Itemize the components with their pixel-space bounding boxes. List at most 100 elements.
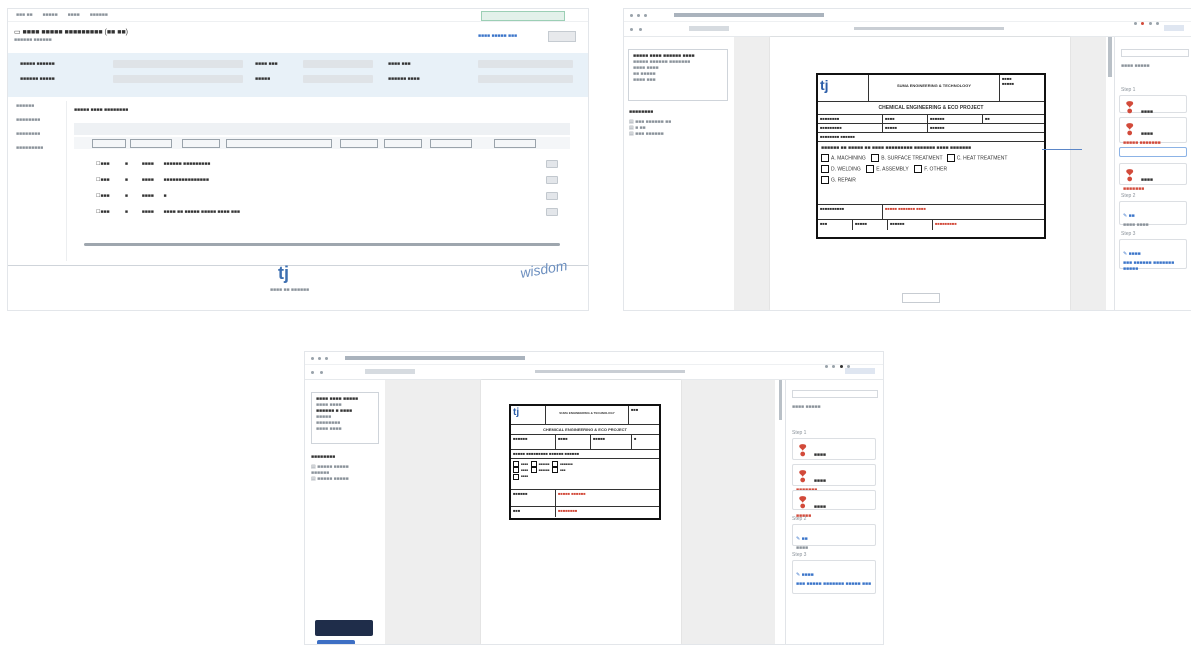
document-viewer-panel-second: ■■■■ ■■■■ ■■■■■ ■■■■ ■■■■ ■■■■■■ ■ ■■■■ … — [304, 351, 884, 645]
attachment-list[interactable]: ▤ ■■■ ■■■■■■ ■■ ▤ ■ ■■ ▤ ■■■ ■■■■■■ — [629, 119, 671, 137]
row-action-button[interactable] — [546, 176, 558, 184]
table-row[interactable]: ☐■■■ ■ ■■■■ ■■■■■■■■■■■■■■■ — [96, 177, 209, 183]
comment-search-input[interactable] — [1121, 49, 1189, 57]
row-action-button[interactable] — [546, 208, 558, 216]
reload-icon[interactable] — [325, 356, 328, 360]
menu-icon[interactable] — [311, 370, 314, 374]
header-link[interactable]: ■■■■ ■■■■■ ■■■ — [478, 33, 517, 39]
horizontal-scrollbar[interactable] — [84, 243, 560, 246]
table-row[interactable]: ☐■■■ ■ ■■■■ ■ — [96, 193, 167, 199]
menu-item[interactable]: ■■■■ — [68, 12, 80, 18]
erp-top-menu: ■■■ ■■ ■■■■■ ■■■■ ■■■■■■ — [8, 9, 588, 22]
comment-card[interactable]: ❢ ■■■■ — [792, 438, 876, 460]
delivery-field[interactable] — [478, 75, 573, 83]
checkbox-label[interactable]: F. OTHER — [924, 166, 947, 172]
back-icon[interactable] — [311, 356, 314, 360]
form-cell: ■■■■■■■■ — [818, 115, 883, 123]
left-nav-item[interactable]: ■■■■■■■■ — [16, 117, 43, 123]
comment-card[interactable]: ✎ ■■■■ ■■■ ■■■■■■ ■■■■■■■ ■■■■■ — [1119, 239, 1187, 272]
form-cell: ■■■■■■■■■ — [935, 221, 957, 226]
checkbox-label[interactable]: E. ASSEMBLY — [876, 166, 908, 172]
status-field[interactable] — [478, 60, 573, 68]
sidebar-toggle[interactable] — [1164, 25, 1184, 31]
thumbnail-icon[interactable] — [639, 27, 642, 31]
customer-field[interactable] — [113, 75, 243, 83]
form-doc-number: ■■■■ ■■■■■ — [1002, 76, 1015, 86]
filter-input[interactable] — [182, 139, 220, 148]
form-cell: ■■■ — [818, 220, 853, 230]
date-field[interactable] — [303, 60, 373, 68]
filter-input[interactable] — [384, 139, 422, 148]
annotation-tools[interactable] — [535, 370, 685, 373]
document-info-card: ■■■■■ ■■■■ ■■■■■■ ■■■■ ■■■■■ ■■■■■■ ■■■■… — [628, 49, 728, 101]
left-nav-item[interactable]: ■■■■■■ — [16, 103, 43, 109]
filter-input[interactable] — [430, 139, 472, 148]
form-cell: ■■■ — [511, 507, 556, 517]
vertical-scrollbar[interactable] — [779, 380, 782, 420]
comment-card[interactable]: ❢ ■■■■■■■■■■■ — [792, 464, 876, 493]
menu-icon[interactable] — [630, 27, 633, 31]
filter-input[interactable] — [340, 139, 378, 148]
checkbox-label[interactable]: C. HEAT TREATMENT — [957, 155, 1008, 161]
filter-input[interactable] — [130, 139, 172, 148]
type-field[interactable] — [303, 75, 373, 83]
table-row[interactable]: ☐■■■ ■ ■■■■ ■■■■■■ ■■■■■■■■■ — [96, 161, 210, 167]
notification-banner[interactable] — [481, 11, 565, 21]
filter-input[interactable] — [92, 139, 126, 148]
forward-icon[interactable] — [318, 356, 321, 360]
section-heading: ■■■■■ ■■■■ ■■■■■■■■ — [74, 107, 129, 113]
menu-item[interactable]: ■■■■■ — [43, 12, 58, 18]
browser-extension-icons[interactable] — [825, 355, 875, 368]
table-row[interactable]: ☐■■■ ■ ■■■■ ■■■■ ■■ ■■■■■ ■■■■■ ■■■■ ■■■ — [96, 209, 240, 215]
comment-card[interactable]: ❢ ■■■■■■■■■■■ — [1119, 163, 1187, 192]
comment-card[interactable]: ❢ ■■■■ ■■■■■ — [792, 490, 876, 519]
comment-search-input[interactable] — [792, 390, 878, 398]
page-navigator[interactable] — [902, 293, 940, 303]
filter-input[interactable] — [226, 139, 332, 148]
attachments-heading: ■■■■■■■■ — [629, 109, 654, 115]
back-icon[interactable] — [630, 13, 633, 17]
comment-card[interactable]: ✎ ■■ ■■■■ ■■■■ — [1119, 201, 1187, 228]
url-bar[interactable] — [345, 356, 525, 360]
thumbnail-icon[interactable] — [320, 370, 323, 374]
document-page: tj SUMA ENGINEERING & TECHNOLOGY ■■■ CHE… — [481, 380, 681, 644]
zoom-control[interactable] — [689, 26, 729, 31]
field-label: ■■■■■ ■■■■■■ — [20, 61, 55, 67]
form-cell: ■■■■■■■■■ — [818, 124, 883, 132]
comment-card[interactable]: ❢ ■■■■ — [1119, 95, 1187, 117]
sort-label: ■■■■ ■■■■■ — [1121, 63, 1150, 69]
checkbox-label[interactable]: B. SURFACE TREATMENT — [881, 155, 942, 161]
menu-item[interactable]: ■■■■■■ — [90, 12, 108, 18]
browser-extension-icons[interactable] — [1134, 12, 1184, 25]
save-button[interactable] — [548, 31, 576, 42]
checkbox-label[interactable]: G. REPAIR — [831, 177, 856, 183]
left-nav-item[interactable]: ■■■■■■■■ — [16, 131, 43, 137]
left-nav-item[interactable]: ■■■■■■■■■ — [16, 145, 43, 151]
comment-card[interactable]: ✎ ■■■■ ■■■ ■■■■■ ■■■■■■■ ■■■■■ ■■■ — [792, 560, 876, 594]
comment-card[interactable]: ✎ ■■ ■■■■ — [792, 524, 876, 551]
reply-input[interactable] — [1119, 147, 1187, 157]
reload-icon[interactable] — [644, 13, 647, 17]
checkbox-label[interactable]: D. WELDING — [831, 166, 861, 172]
form-cell: ■■■■■ — [591, 435, 632, 449]
checkbox-label[interactable]: A. MACHINING — [831, 155, 866, 161]
sidebar-toggle[interactable] — [845, 368, 875, 374]
order-number-field[interactable] — [113, 60, 243, 68]
filter-input[interactable] — [494, 139, 536, 148]
annotation-tools[interactable] — [854, 27, 1004, 30]
left-nav: ■■■■■■ ■■■■■■■■ ■■■■■■■■ ■■■■■■■■■ — [16, 103, 43, 159]
row-action-button[interactable] — [546, 192, 558, 200]
user-profile-button[interactable] — [315, 620, 373, 636]
document-viewer-panel: ■■■■■ ■■■■ ■■■■■■ ■■■■ ■■■■■ ■■■■■■ ■■■■… — [623, 8, 1191, 311]
form-cell: ■■■■■■■■ — [558, 508, 578, 513]
zoom-control[interactable] — [365, 369, 415, 374]
url-bar[interactable] — [674, 13, 824, 17]
form-instructions: ■■■■■■ ■■ ■■■■■ ■■ ■■■■ ■■■■■■■■■ ■■■■■■… — [821, 145, 972, 151]
attachments-heading: ■■■■■■■■ — [311, 454, 336, 460]
comment-card[interactable]: ❢ ■■■■ ■■■■■ ■■■■■■■ — [1119, 117, 1187, 146]
vertical-scrollbar[interactable] — [1108, 37, 1112, 77]
forward-icon[interactable] — [637, 13, 640, 17]
attachment-list[interactable]: ▤ ■■■■■ ■■■■■ ■■■■■■ ▤ ■■■■■ ■■■■■ — [311, 464, 349, 482]
menu-item[interactable]: ■■■ ■■ — [16, 12, 33, 18]
row-action-button[interactable] — [546, 160, 558, 168]
